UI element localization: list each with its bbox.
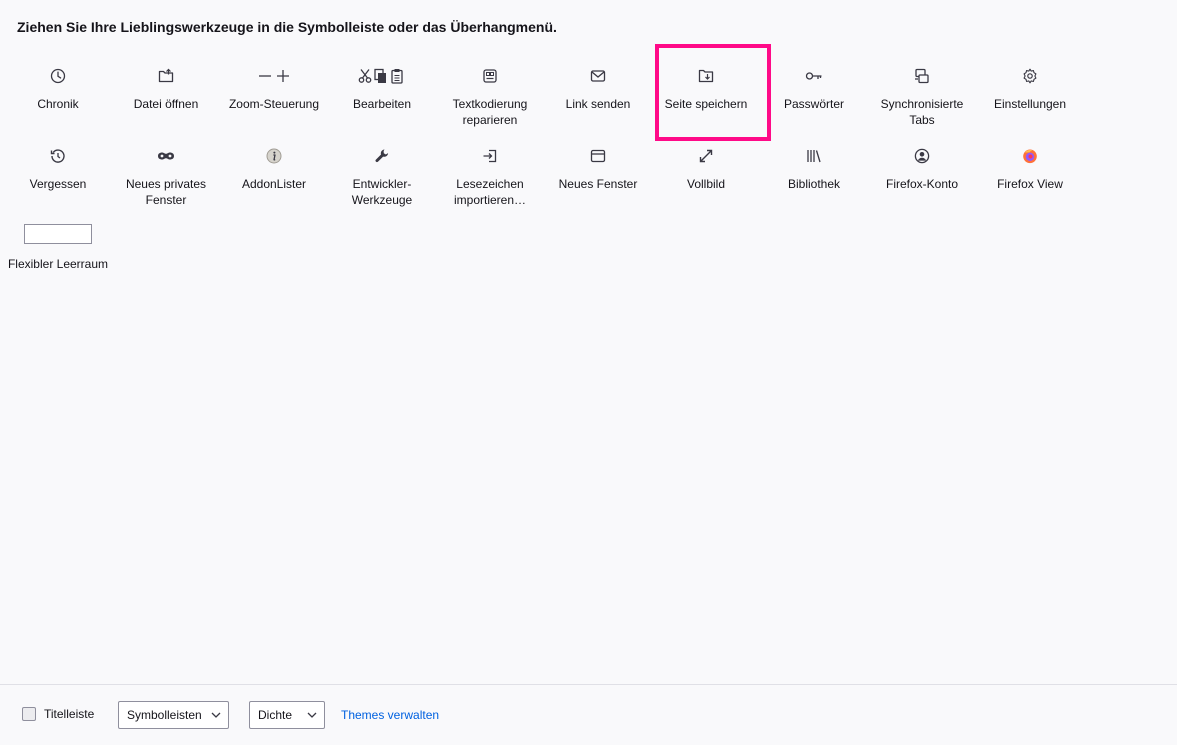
- palette-item-firefox-account[interactable]: Firefox-Konto: [868, 140, 976, 220]
- titlebar-toggle[interactable]: Titelleiste: [22, 707, 94, 721]
- library-icon: [760, 147, 868, 165]
- density-dropdown-label: Dichte: [258, 708, 293, 722]
- info-icon: [220, 147, 328, 165]
- clock-icon: [4, 67, 112, 85]
- palette-item-text-encoding[interactable]: Textkodierung reparieren: [436, 60, 544, 140]
- titlebar-checkbox[interactable]: [22, 707, 36, 721]
- titlebar-label: Titelleiste: [44, 707, 95, 721]
- account-icon: [868, 147, 976, 165]
- palette-item-label: Vollbild: [686, 177, 726, 191]
- customize-heading: Ziehen Sie Ihre Lieblingswerkzeuge in di…: [17, 19, 557, 35]
- cut-copy-paste-icon: [328, 67, 436, 85]
- mail-icon: [544, 67, 652, 85]
- flexible-space-preview: [24, 224, 92, 244]
- palette-item-private-window[interactable]: Neues privates Fenster: [112, 140, 220, 220]
- palette-item-label: Synchronisierte Tabs: [880, 97, 964, 127]
- palette-item-history[interactable]: Chronik: [4, 60, 112, 140]
- private-mask-icon: [112, 147, 220, 165]
- palette-item-edit[interactable]: Bearbeiten: [328, 60, 436, 140]
- palette-item-label: Firefox View: [997, 177, 1063, 191]
- palette-item-label: Neues Fenster: [558, 177, 638, 191]
- palette-item-library[interactable]: Bibliothek: [760, 140, 868, 220]
- palette-item-zoom[interactable]: Zoom-Steuerung: [220, 60, 328, 140]
- palette-row: Flexibler Leerraum: [4, 220, 1094, 300]
- open-file-icon: [112, 67, 220, 85]
- manage-themes-link[interactable]: Themes verwalten: [341, 708, 439, 722]
- palette-item-label: Vergessen: [29, 177, 87, 191]
- gear-icon: [976, 67, 1084, 85]
- palette-item-label: AddonLister: [241, 177, 307, 191]
- palette-item-save-page[interactable]: Seite speichern: [652, 60, 760, 140]
- firefox-icon: [976, 147, 1084, 165]
- text-encoding-icon: [436, 67, 544, 85]
- palette-item-new-window[interactable]: Neues Fenster: [544, 140, 652, 220]
- palette-item-label: Einstellungen: [993, 97, 1067, 111]
- toolbars-dropdown[interactable]: Symbolleisten: [118, 701, 229, 729]
- palette-item-forget[interactable]: Vergessen: [4, 140, 112, 220]
- fullscreen-icon: [652, 147, 760, 165]
- customize-footer: Titelleiste Symbolleisten Dichte Themes …: [0, 685, 1177, 745]
- forget-icon: [4, 147, 112, 165]
- palette-row: Vergessen Neues privates Fenster AddonLi…: [4, 140, 1094, 220]
- toolbars-dropdown-label: Symbolleisten: [127, 708, 202, 722]
- palette-item-label: Neues privates Fenster: [125, 177, 207, 207]
- palette-item-label: Chronik: [37, 97, 79, 111]
- palette-item-settings[interactable]: Einstellungen: [976, 60, 1084, 140]
- palette-item-passwords[interactable]: Passwörter: [760, 60, 868, 140]
- palette-item-label: Firefox-Konto: [885, 177, 959, 191]
- new-window-icon: [544, 147, 652, 165]
- palette-item-label: Bearbeiten: [352, 97, 412, 111]
- wrench-icon: [328, 147, 436, 165]
- palette-item-label: Passwörter: [783, 97, 845, 111]
- customization-palette: Chronik Datei öffnen Zoom-Steuerung Bear…: [4, 60, 1094, 300]
- chevron-down-icon: [211, 712, 221, 718]
- palette-row: Chronik Datei öffnen Zoom-Steuerung Bear…: [4, 60, 1094, 140]
- palette-item-import-bookmarks[interactable]: Lesezeichen importieren…: [436, 140, 544, 220]
- palette-item-synced-tabs[interactable]: Synchronisierte Tabs: [868, 60, 976, 140]
- key-icon: [760, 67, 868, 85]
- chevron-down-icon: [307, 712, 317, 718]
- density-dropdown[interactable]: Dichte: [249, 701, 325, 729]
- zoom-icon: [220, 67, 328, 85]
- palette-item-label: Seite speichern: [664, 97, 748, 111]
- palette-item-firefox-view[interactable]: Firefox View: [976, 140, 1084, 220]
- palette-item-label: Flexibler Leerraum: [7, 257, 109, 271]
- palette-item-fullscreen[interactable]: Vollbild: [652, 140, 760, 220]
- palette-item-send-link[interactable]: Link senden: [544, 60, 652, 140]
- save-page-icon: [652, 67, 760, 85]
- palette-item-developer-tools[interactable]: Entwickler-Werkzeuge: [328, 140, 436, 220]
- palette-item-label: Textkodierung reparieren: [452, 97, 528, 127]
- palette-item-label: Zoom-Steuerung: [228, 97, 320, 111]
- palette-item-label: Entwickler-Werkzeuge: [351, 177, 413, 207]
- synced-tabs-icon: [868, 67, 976, 85]
- palette-item-flexible-space[interactable]: Flexibler Leerraum: [4, 220, 112, 300]
- palette-item-open-file[interactable]: Datei öffnen: [112, 60, 220, 140]
- palette-item-label: Lesezeichen importieren…: [453, 177, 527, 207]
- import-icon: [436, 147, 544, 165]
- palette-item-label: Link senden: [565, 97, 631, 111]
- palette-item-label: Bibliothek: [787, 177, 841, 191]
- palette-item-addonlister[interactable]: AddonLister: [220, 140, 328, 220]
- palette-item-label: Datei öffnen: [133, 97, 199, 111]
